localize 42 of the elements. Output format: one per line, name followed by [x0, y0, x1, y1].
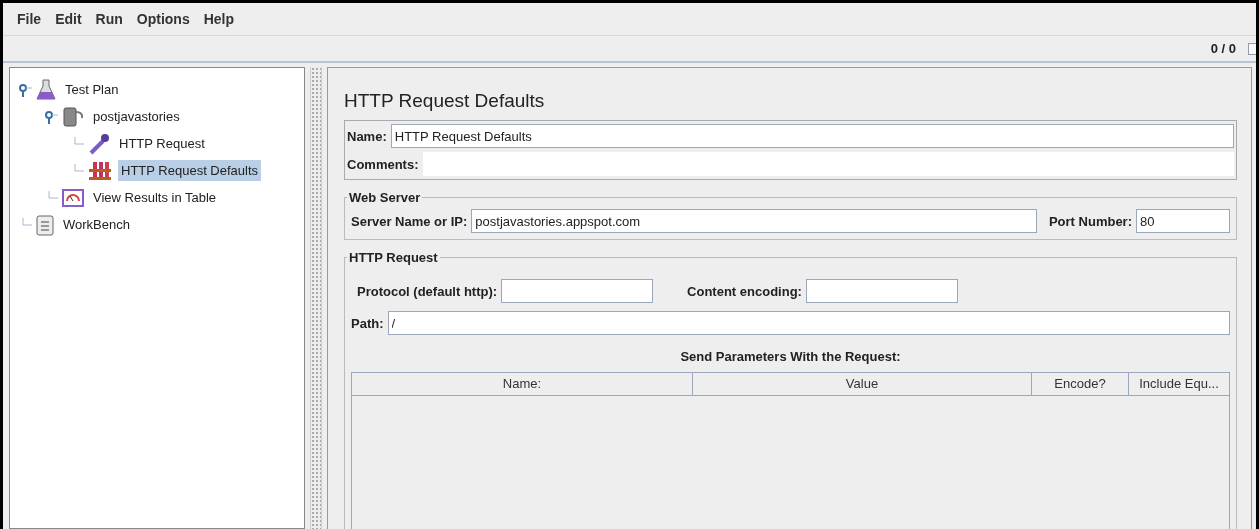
panel-title: HTTP Request Defaults: [344, 90, 546, 112]
tree-item[interactable]: Test Plan: [62, 79, 122, 100]
protocol-field[interactable]: [501, 279, 654, 303]
column-header[interactable]: Encode?: [1032, 373, 1129, 395]
tree-item[interactable]: View Results in Table: [90, 187, 220, 208]
menu-item[interactable]: Help: [203, 11, 235, 27]
port-field[interactable]: 80: [1136, 209, 1230, 233]
field-label: Port Number:: [1048, 213, 1132, 229]
test-tubes-icon: [88, 159, 112, 182]
tree-item[interactable]: WorkBench: [60, 214, 133, 235]
field-label: Comments:: [347, 156, 419, 172]
flask-icon: [36, 78, 56, 101]
field-label: Name:: [347, 128, 387, 144]
status-icon: [1248, 42, 1256, 55]
tree-item[interactable]: HTTP Request: [116, 133, 208, 154]
tree-item[interactable]: HTTP Request Defaults: [118, 160, 262, 181]
pipette-icon: [88, 132, 110, 155]
field-label: Content encoding:: [687, 283, 802, 299]
section-title: Send Parameters With the Request:: [679, 349, 902, 364]
field-label: Server Name or IP:: [351, 213, 468, 229]
gauge-icon: [62, 188, 84, 207]
thread-counter: 0 / 0: [1210, 41, 1236, 56]
expand-handle-icon[interactable]: [18, 82, 32, 97]
field-label: Path:: [351, 315, 384, 331]
group-title: HTTP Request: [348, 250, 439, 265]
menu-item[interactable]: Options: [136, 11, 190, 27]
column-header[interactable]: Value: [693, 373, 1032, 395]
column-header[interactable]: Name:: [352, 373, 693, 395]
server-field[interactable]: postjavastories.appspot.com: [471, 209, 1037, 233]
menu-item[interactable]: Run: [95, 11, 123, 27]
tree-item[interactable]: postjavastories: [90, 106, 183, 127]
expand-handle-icon[interactable]: [44, 109, 58, 124]
field-label: Protocol (default http):: [357, 283, 498, 299]
clipboard-icon: [36, 213, 54, 236]
menu-item[interactable]: Edit: [55, 11, 82, 27]
encoding-field[interactable]: [805, 279, 958, 303]
spool-icon: [62, 105, 84, 128]
menu-item[interactable]: File: [17, 11, 42, 27]
group-title: Web Server: [348, 190, 422, 205]
name-field[interactable]: HTTP Request Defaults: [390, 124, 1234, 148]
path-field[interactable]: /: [387, 311, 1230, 335]
column-header[interactable]: Include Equ...: [1129, 373, 1229, 395]
